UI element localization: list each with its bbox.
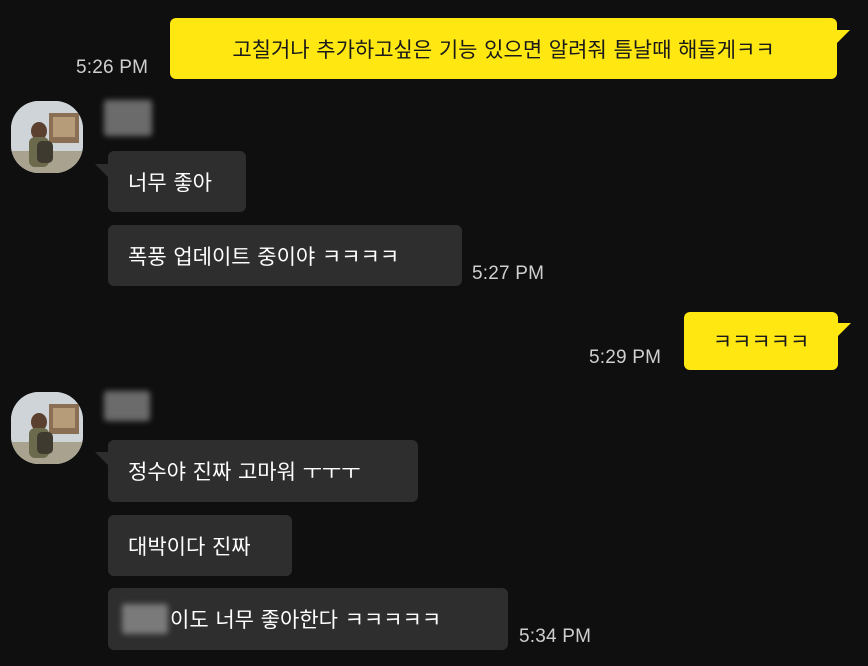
message-text: 대박이다 진짜 bbox=[128, 534, 251, 559]
incoming-message-bubble[interactable]: 정수야 진짜 고마워 ㅜㅜㅜ bbox=[108, 440, 418, 502]
message-text: 정수야 진짜 고마워 ㅜㅜㅜ bbox=[128, 460, 361, 484]
message-text: 너무 좋아 bbox=[128, 170, 212, 195]
sender-name-redacted bbox=[104, 100, 152, 136]
incoming-message-bubble[interactable]: 폭풍 업데이트 중이야 ㅋㅋㅋㅋ bbox=[108, 225, 462, 286]
sender-avatar[interactable] bbox=[11, 101, 83, 173]
message-text: 이도 너무 좋아한다 ㅋㅋㅋㅋㅋ bbox=[170, 608, 442, 632]
outgoing-message-bubble[interactable]: ㅋㅋㅋㅋㅋ bbox=[684, 312, 838, 370]
message-timestamp: 5:26 PM bbox=[76, 57, 149, 78]
message-text: 고칠거나 추가하고싶은 기능 있으면 알려줘 틈날때 해둘게ㅋㅋ bbox=[232, 37, 775, 62]
message-timestamp: 5:29 PM bbox=[589, 347, 662, 368]
incoming-message-bubble[interactable]: 너무 좋아 bbox=[108, 151, 246, 212]
redacted-name-inline bbox=[122, 604, 168, 634]
outgoing-message-bubble[interactable]: 고칠거나 추가하고싶은 기능 있으면 알려줘 틈날때 해둘게ㅋㅋ bbox=[170, 18, 837, 79]
profile-photo-icon bbox=[11, 101, 83, 173]
bubble-tail bbox=[95, 164, 109, 178]
incoming-message-bubble[interactable]: 대박이다 진짜 bbox=[108, 515, 292, 576]
sender-name-redacted bbox=[104, 391, 150, 421]
bubble-tail bbox=[95, 452, 109, 466]
incoming-message-bubble[interactable]: 이도 너무 좋아한다 ㅋㅋㅋㅋㅋ bbox=[108, 588, 508, 650]
bubble-tail bbox=[836, 30, 850, 44]
bubble-tail bbox=[837, 323, 851, 337]
message-text: ㅋㅋㅋㅋㅋ bbox=[712, 330, 810, 354]
message-text: 폭풍 업데이트 중이야 ㅋㅋㅋㅋ bbox=[128, 244, 400, 269]
message-timestamp: 5:34 PM bbox=[519, 626, 592, 647]
message-timestamp: 5:27 PM bbox=[472, 263, 545, 284]
sender-avatar[interactable] bbox=[11, 392, 83, 464]
profile-photo-icon bbox=[11, 392, 83, 464]
